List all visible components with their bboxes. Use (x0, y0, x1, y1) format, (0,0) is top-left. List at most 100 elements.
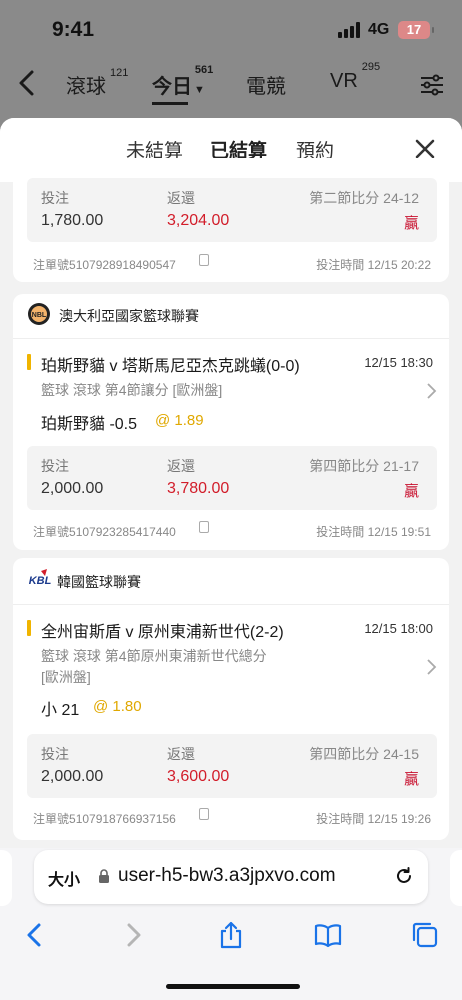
selection: 小 21 (41, 702, 80, 719)
stake-label: 投注 (41, 190, 69, 206)
return-value: 3,780.00 (167, 480, 230, 497)
bet-time-label: 投注時間 (316, 525, 365, 539)
order-number: 注單號5107918766937156 (33, 810, 176, 827)
bet-record-sheet: 未結算 已結算 預約 投注 返還 第二節比分 24-12 1,780.00 3,… (0, 118, 462, 848)
browser-toolbar: 大小 user-h5-bw3.a3jpxvo.com (0, 848, 462, 1000)
return-value: 3,204.00 (167, 212, 230, 229)
period-score: 第四節比分 24-15 (309, 746, 419, 762)
match-time: 12/15 18:30 (364, 355, 433, 370)
divider (13, 604, 449, 605)
network-type: 4G (368, 21, 390, 38)
stake-value: 1,780.00 (41, 212, 104, 229)
bet-time: 投注時間 12/15 20:22 (316, 256, 431, 273)
back-chevron-icon[interactable] (14, 68, 40, 98)
order-number: 注單號5107923285417440 (33, 523, 176, 540)
league-name: 澳大利亞國家籃球聯賽 (59, 308, 199, 324)
tab-today[interactable]: 今日 ▼ 561 (152, 64, 213, 105)
match-title: 珀斯野貓 v 塔斯馬尼亞杰克跳蟻(0-0) (41, 358, 300, 375)
bet-time-label: 投注時間 (316, 812, 365, 826)
return-label: 返還 (167, 746, 195, 762)
period-score: 第四節比分 21-17 (309, 458, 419, 474)
bet-time: 投注時間 12/15 19:26 (316, 810, 431, 827)
bookmarks-icon[interactable] (313, 920, 343, 950)
bet-time: 投注時間 12/15 19:51 (316, 523, 431, 540)
bet-time-value: 12/15 19:51 (367, 525, 431, 539)
return-value: 3,600.00 (167, 768, 230, 785)
order-label: 注單號 (33, 258, 70, 272)
tabs-icon[interactable] (410, 920, 440, 950)
url-text: user-h5-bw3.a3jpxvo.com (118, 865, 336, 886)
win-badge: 贏 (403, 771, 419, 788)
tab-live-count: 121 (110, 67, 129, 80)
bet-time-value: 12/15 19:26 (367, 812, 431, 826)
tab-today-count: 561 (194, 64, 214, 77)
sport-tab-bar: 滾球 121 今日 ▼ 561 電競 VR295 (0, 56, 462, 118)
league-name: 韓國籃球聯賽 (57, 574, 141, 590)
market-type: [歐洲盤] (41, 669, 91, 685)
prev-tab-preview[interactable] (0, 850, 12, 906)
home-indicator (166, 984, 300, 989)
bet-summary-box: 投注 返還 第四節比分 21-17 2,000.00 3,780.00 贏 (27, 446, 437, 510)
bet-time-label: 投注時間 (316, 258, 365, 272)
event-marker (27, 620, 31, 636)
bet-time-value: 12/15 20:22 (367, 258, 431, 272)
tab-live[interactable]: 滾球 121 (66, 67, 129, 99)
match-title: 全州宙斯盾 v 原州東浦新世代(2-2) (41, 624, 284, 641)
order-value: 5107923285417440 (69, 525, 176, 539)
odds: @ 1.89 (155, 412, 204, 429)
odds: @ 1.80 (93, 698, 142, 715)
win-badge: 贏 (403, 483, 419, 500)
tab-vr-label: VR (330, 70, 358, 92)
copy-icon[interactable] (199, 254, 209, 266)
svg-text:KBL: KBL (29, 575, 52, 587)
stake-value: 2,000.00 (41, 768, 104, 785)
return-label: 返還 (167, 190, 195, 206)
bet-card[interactable]: NBL 澳大利亞國家籃球聯賽 珀斯野貓 v 塔斯馬尼亞杰克跳蟻(0-0) 12/… (13, 294, 449, 550)
period-score: 第二節比分 24-12 (309, 190, 419, 206)
battery-icon: 17 (398, 21, 434, 39)
status-time: 9:41 (52, 18, 95, 41)
divider (13, 338, 449, 339)
copy-icon[interactable] (199, 808, 209, 820)
kbl-logo-icon: KBL (28, 569, 52, 590)
order-label: 注單號 (33, 812, 70, 826)
text-size-button[interactable]: 大小 (48, 866, 80, 890)
tab-live-label: 滾球 (66, 76, 106, 98)
stake-value: 2,000.00 (41, 480, 104, 497)
next-tab-preview[interactable] (450, 850, 462, 906)
bet-summary-box: 投注 返還 第四節比分 24-15 2,000.00 3,600.00 贏 (27, 734, 437, 798)
browser-forward-icon[interactable] (118, 920, 148, 950)
tab-today-label: 今日 (152, 76, 192, 98)
tab-esports[interactable]: 電競 (246, 70, 286, 99)
market-info: 籃球 滾球 第4節原州東浦新世代總分 (41, 648, 267, 664)
bet-card[interactable]: KBL 韓國籃球聯賽 全州宙斯盾 v 原州東浦新世代(2-2) 12/15 18… (13, 558, 449, 840)
svg-text:NBL: NBL (32, 312, 47, 319)
order-label: 注單號 (33, 525, 70, 539)
bet-card[interactable]: 投注 返還 第二節比分 24-12 1,780.00 3,204.00 贏 注單… (13, 158, 449, 282)
tab-esports-label: 電競 (246, 76, 286, 98)
match-time: 12/15 18:00 (364, 621, 433, 636)
stake-label: 投注 (41, 458, 69, 474)
chevron-right-icon[interactable] (425, 658, 437, 676)
order-value: 5107928918490547 (69, 258, 176, 272)
filter-icon[interactable] (420, 74, 444, 96)
reload-icon[interactable] (394, 866, 414, 886)
order-value: 5107918766937156 (69, 812, 176, 826)
copy-icon[interactable] (199, 521, 209, 533)
share-icon[interactable] (216, 920, 246, 950)
selection: 珀斯野貓 -0.5 (41, 416, 138, 433)
browser-back-icon[interactable] (20, 920, 50, 950)
tab-vr[interactable]: VR295 (330, 61, 380, 93)
stake-label: 投注 (41, 746, 69, 762)
close-icon[interactable] (414, 138, 436, 160)
lock-icon (99, 869, 109, 883)
caret-down-icon: ▼ (194, 84, 205, 96)
chevron-right-icon[interactable] (425, 382, 437, 400)
address-bar[interactable]: 大小 user-h5-bw3.a3jpxvo.com (34, 850, 428, 904)
status-bar: 9:41 4G 17 (0, 0, 462, 56)
order-number: 注單號5107928918490547 (33, 256, 176, 273)
market-info: 籃球 滾球 第4節讓分 [歐洲盤] (41, 382, 223, 398)
bet-summary-box: 投注 返還 第二節比分 24-12 1,780.00 3,204.00 贏 (27, 178, 437, 242)
tab-vr-count: 295 (361, 61, 381, 74)
signal-icon (338, 22, 362, 38)
